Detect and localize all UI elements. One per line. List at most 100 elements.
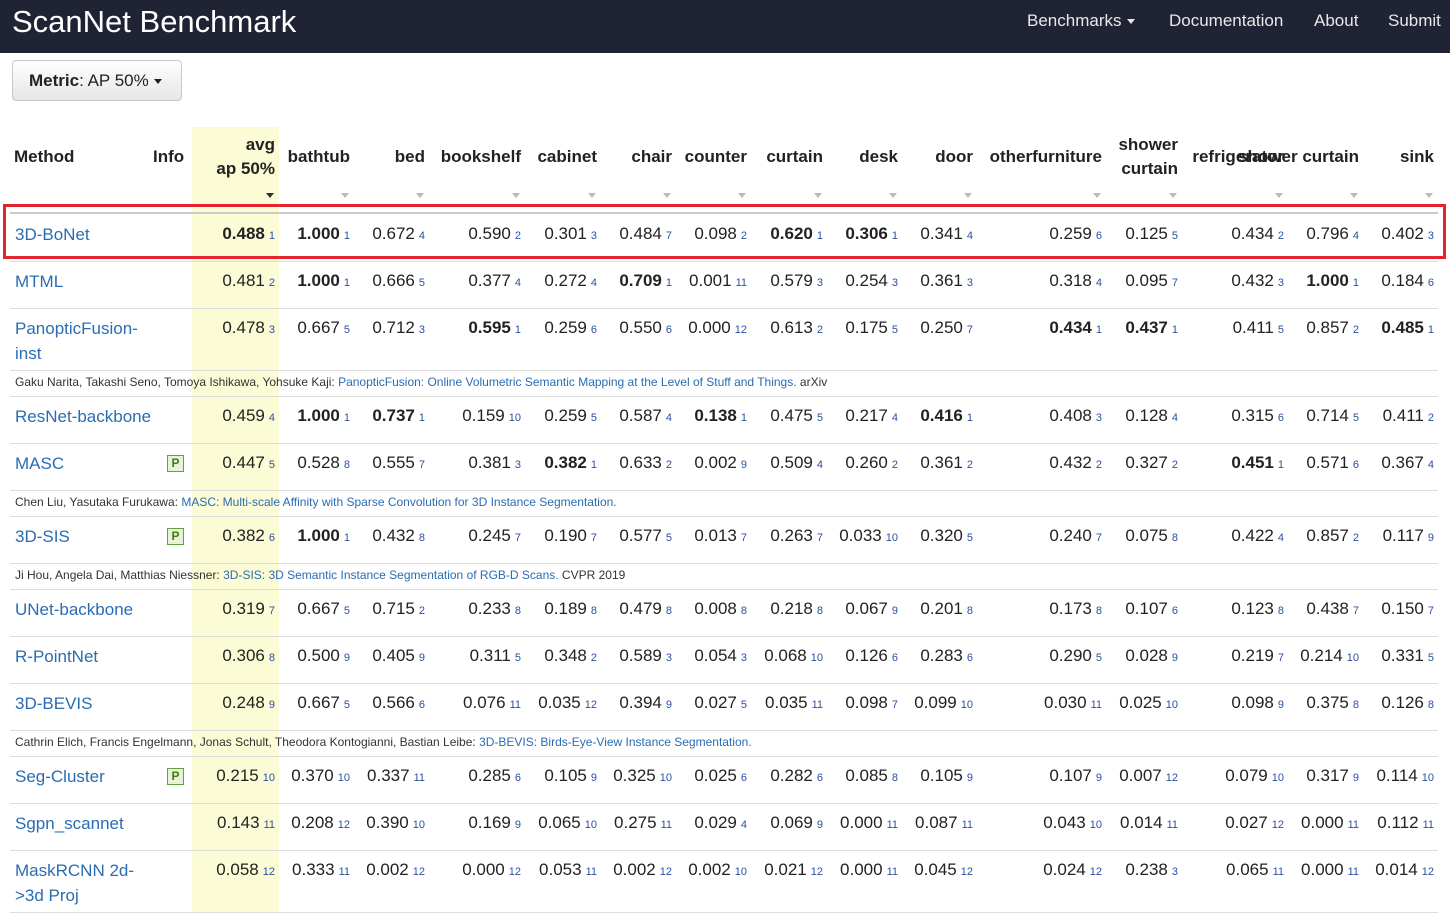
row-divider <box>10 261 1438 262</box>
reference-title-link[interactable]: 3D-SIS: 3D Semantic Instance Segmentatio… <box>223 568 558 582</box>
sort-icon[interactable] <box>1425 193 1433 198</box>
nav-documentation[interactable]: Documentation <box>1169 10 1283 32</box>
method-link[interactable]: Seg-Cluster <box>15 764 185 789</box>
rank-number: 12 <box>960 866 973 878</box>
score-value: 0.002 <box>366 860 409 879</box>
score-value: 0.128 <box>1125 406 1168 425</box>
reference-title-link[interactable]: MASC: Multi-scale Affinity with Sparse C… <box>181 495 616 509</box>
method-link[interactable]: 3D-SIS <box>15 524 185 549</box>
score-value: 0.320 <box>920 526 963 545</box>
score-cell: 0.107 6 <box>1068 597 1178 623</box>
rank-number: 9 <box>966 772 973 784</box>
sort-icon[interactable] <box>341 193 349 198</box>
sort-icon[interactable] <box>738 193 746 198</box>
nav-about[interactable]: About <box>1314 10 1358 32</box>
score-cell: 0.128 4 <box>1068 404 1178 430</box>
nav-submit[interactable]: Submit <box>1388 10 1441 32</box>
score-value: 0.075 <box>1125 526 1168 545</box>
score-value: 0.099 <box>914 693 957 712</box>
score-cell: 0.405 9 <box>315 644 425 670</box>
score-cell: 0.114 10 <box>1324 764 1434 790</box>
reference-line: Cathrin Elich, Francis Engelmann, Jonas … <box>15 734 752 750</box>
score-cell: 0.007 12 <box>1068 764 1178 790</box>
score-value: 0.337 <box>367 766 410 785</box>
column-header-door[interactable]: door <box>833 145 973 169</box>
chevron-down-icon <box>1127 19 1136 25</box>
rank-number: 2 <box>1427 412 1434 424</box>
method-link[interactable]: MTML <box>15 269 185 294</box>
sort-icon[interactable] <box>588 193 596 198</box>
score-value: 0.416 <box>920 406 963 425</box>
score-cell: 0.283 6 <box>863 644 973 670</box>
score-cell: 0.045 12 <box>863 858 973 884</box>
row-divider <box>10 683 1438 684</box>
score-cell: 0.361 3 <box>863 269 973 295</box>
method-link[interactable]: R-PointNet <box>15 644 185 669</box>
score-cell: 0.014 11 <box>1068 811 1178 837</box>
score-value: 0.555 <box>372 453 415 472</box>
score-value: 0.566 <box>372 693 415 712</box>
sort-icon[interactable] <box>1169 193 1177 198</box>
sort-icon[interactable] <box>663 193 671 198</box>
score-value: 0.112 <box>1377 813 1419 832</box>
method-link[interactable]: 3D-BEVIS <box>15 691 185 716</box>
sort-icon[interactable] <box>814 193 822 198</box>
sort-icon[interactable] <box>266 193 274 198</box>
rank-number: 2 <box>966 459 973 471</box>
sort-icon[interactable] <box>416 193 424 198</box>
score-cell: 0.099 10 <box>863 691 973 717</box>
sort-icon[interactable] <box>512 193 520 198</box>
method-link[interactable]: MaskRCNN 2d->3d Proj <box>15 858 150 908</box>
score-value: 0.432 <box>372 526 415 545</box>
score-cell: 0.327 2 <box>1068 451 1178 477</box>
nav-benchmarks-label: Benchmarks <box>1027 11 1122 30</box>
reference-title-link[interactable]: PanopticFusion: Online Volumetric Semant… <box>338 375 797 389</box>
row-divider <box>10 308 1438 309</box>
score-cell: 0.715 2 <box>315 597 425 623</box>
sort-icon[interactable] <box>1350 193 1358 198</box>
score-cell: 0.737 1 <box>315 404 425 430</box>
score-value: 0.666 <box>372 271 415 290</box>
score-value: 0.184 <box>1381 271 1424 290</box>
row-divider <box>10 850 1438 851</box>
rank-number: 6 <box>966 652 973 664</box>
score-cell: 0.014 12 <box>1324 858 1434 884</box>
score-value: 0.390 <box>366 813 409 832</box>
score-value: 0.250 <box>920 318 963 337</box>
method-link[interactable]: Sgpn_scannet <box>15 811 185 836</box>
brand-title[interactable]: ScanNet Benchmark <box>12 2 296 42</box>
metric-dropdown-button[interactable]: Metric: AP 50% <box>12 60 182 101</box>
method-link[interactable]: ResNet-backbone <box>15 404 185 429</box>
score-cell: 0.105 9 <box>863 764 973 790</box>
rank-number: 4 <box>1427 459 1434 471</box>
score-value: 0.712 <box>372 318 415 337</box>
score-cell: 0.416 1 <box>863 404 973 430</box>
score-cell: 0.437 1 <box>1068 316 1178 342</box>
score-value: 0.150 <box>1381 599 1424 618</box>
rank-number: 6 <box>1427 277 1434 289</box>
column-header-sink[interactable]: sink <box>1294 145 1434 169</box>
score-cell: 0.184 6 <box>1324 269 1434 295</box>
reference-title-link[interactable]: 3D-BEVIS: Birds-Eye-View Instance Segmen… <box>479 735 752 749</box>
reference-authors: Ji Hou, Angela Dai, Matthias Niessner: <box>15 568 224 582</box>
sort-icon[interactable] <box>1093 193 1101 198</box>
score-cell: 0.238 3 <box>1068 858 1178 884</box>
score-value: 0.327 <box>1125 453 1168 472</box>
score-cell: 0.117 9 <box>1324 524 1434 550</box>
sort-icon[interactable] <box>1275 193 1283 198</box>
sort-icon[interactable] <box>964 193 972 198</box>
score-value: 0.025 <box>1119 693 1162 712</box>
row-divider <box>10 563 1438 564</box>
row-divider <box>10 756 1438 757</box>
method-link[interactable]: PanopticFusion-inst <box>15 316 150 366</box>
sort-icon[interactable] <box>889 193 897 198</box>
column-header-method[interactable]: Method <box>14 145 74 169</box>
nav-benchmarks[interactable]: Benchmarks <box>1027 10 1136 32</box>
method-link[interactable]: MASC <box>15 451 185 476</box>
metric-value: AP 50% <box>87 71 149 90</box>
reference-venue: CVPR 2019 <box>558 568 626 582</box>
score-value: 0.485 <box>1381 318 1424 337</box>
score-cell: 0.712 3 <box>315 316 425 342</box>
score-cell: 0.087 11 <box>863 811 973 837</box>
method-link[interactable]: UNet-backbone <box>15 597 185 622</box>
